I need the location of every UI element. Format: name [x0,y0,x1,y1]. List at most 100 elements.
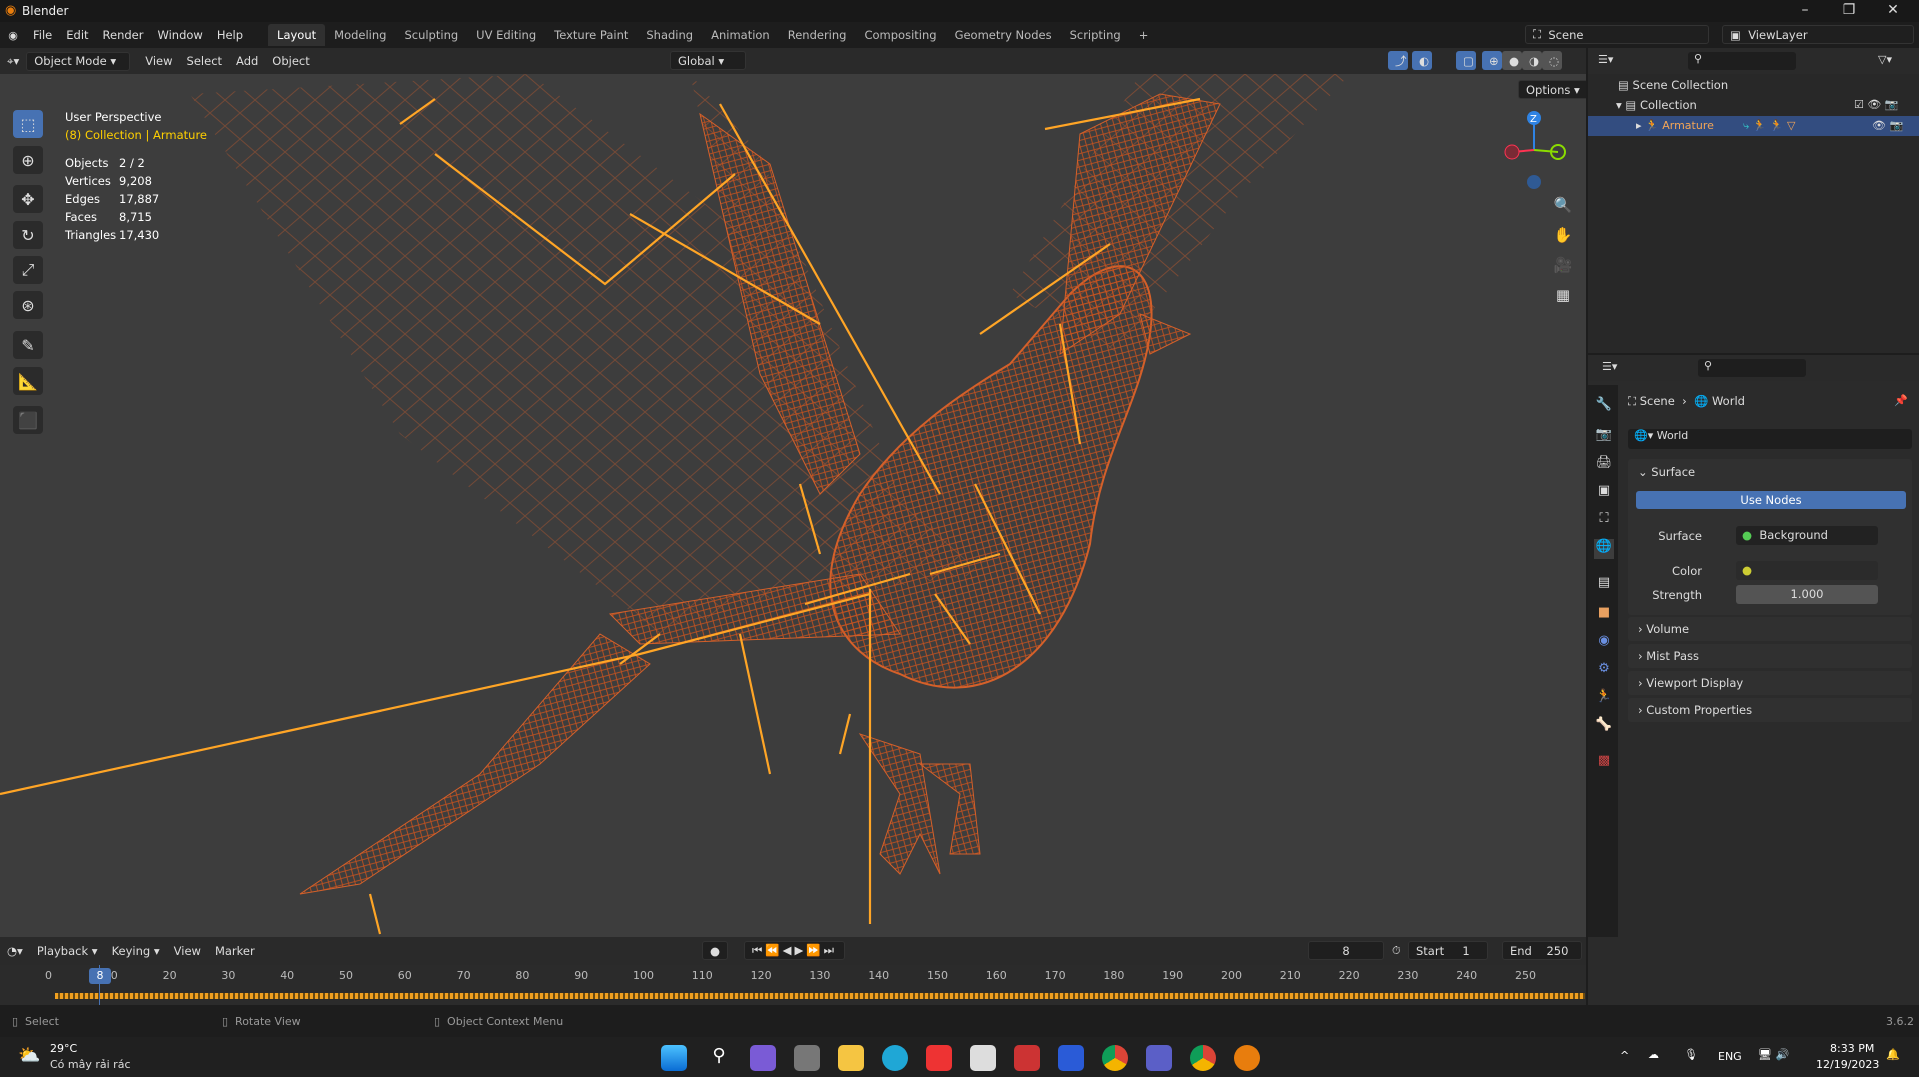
start-button[interactable] [661,1045,687,1071]
tab-scripting[interactable]: Scripting [1061,24,1130,46]
mist-pass-panel[interactable]: › Mist Pass [1628,644,1912,668]
file-explorer-icon[interactable] [838,1045,864,1071]
pan-hand-icon[interactable]: ✋ [1550,222,1576,248]
maximize-button[interactable]: ❐ [1834,2,1864,18]
texture-tab-icon[interactable]: ▩ [1594,753,1614,773]
properties-search-input[interactable]: ⚲ [1698,359,1806,377]
view-layer-selector[interactable]: ▣ ViewLayer [1722,25,1914,44]
menu-window[interactable]: Window [150,28,209,42]
teams-icon[interactable] [1146,1045,1172,1071]
bone-tab-icon[interactable]: 🦴 [1594,717,1614,737]
viewport-display-panel[interactable]: › Viewport Display [1628,671,1912,695]
rendered-shading-button[interactable]: ◌ [1542,51,1562,70]
tab-uv-editing[interactable]: UV Editing [467,24,545,46]
navigation-gizmo[interactable]: Z [1496,110,1566,196]
material-shading-button[interactable]: ◑ [1522,51,1542,70]
tab-texture-paint[interactable]: Texture Paint [545,24,637,46]
transform-tool-icon[interactable]: ⊛ [13,291,43,319]
filter-icon[interactable]: ▽▾ [1878,53,1892,66]
mcafee-icon[interactable] [1058,1045,1084,1071]
strength-field[interactable]: 1.000 [1736,585,1878,604]
minimize-button[interactable]: – [1790,2,1820,18]
render-tab-icon[interactable]: 📷 [1594,427,1614,447]
close-button[interactable]: ✕ [1878,2,1908,18]
surface-shader-field[interactable]: ● Background [1736,526,1878,545]
cursor-tool-icon[interactable]: ⊕ [13,146,43,174]
mode-selector[interactable]: Object Mode ▾ [26,51,131,71]
pin-icon[interactable]: 📌 [1894,394,1908,407]
tab-layout[interactable]: Layout [268,24,326,46]
search-icon[interactable]: ⚲ [706,1045,732,1071]
physics-tab-icon[interactable]: ◉ [1594,633,1614,653]
network-volume-icon[interactable]: 🖥 🔊 [1758,1048,1789,1061]
measure-tool-icon[interactable]: 📐 [13,367,43,395]
menu-playback[interactable]: Playback ▾ [30,942,105,961]
menu-view[interactable]: View [138,52,179,71]
outliner-search-input[interactable]: ⚲ [1688,52,1796,70]
display-mode-icon[interactable]: ☰▾ [1598,53,1613,66]
timer-icon[interactable]: ⏱ [1392,944,1401,958]
camera-view-icon[interactable]: 🎥 [1550,252,1576,278]
tray-chevron-icon[interactable]: ^ [1620,1049,1629,1062]
menu-help[interactable]: Help [210,28,250,42]
select-box-tool-icon[interactable]: ⬚ [13,110,43,138]
snipping-tool-icon[interactable] [926,1045,952,1071]
playhead-frame[interactable]: 8 [89,968,111,984]
object-data-tab-icon[interactable]: 🏃 [1594,689,1614,709]
output-tab-icon[interactable]: 🖨 [1594,455,1614,475]
zoom-icon[interactable]: 🔍 [1550,192,1576,218]
rotate-tool-icon[interactable]: ↻ [13,221,43,249]
app-icon[interactable] [1014,1045,1040,1071]
chrome-profile-icon[interactable] [1190,1045,1216,1071]
menu-object[interactable]: Object [265,52,316,71]
color-field[interactable]: ● [1736,561,1878,580]
grid-perspective-icon[interactable]: ▦ [1550,282,1576,308]
tab-compositing[interactable]: Compositing [855,24,945,46]
notification-bell-icon[interactable]: 🔔 [1886,1048,1900,1061]
constraints-tab-icon[interactable]: ⚙ [1594,661,1614,681]
collection-tab-icon[interactable]: ▤ [1594,575,1614,595]
editor-type-icon[interactable]: ☰▾ [1602,360,1617,373]
options-button[interactable]: Options ▾ [1518,80,1586,99]
copilot-icon[interactable] [750,1045,776,1071]
3d-viewport[interactable]: User Perspective (8) Collection | Armatu… [0,74,1586,937]
wireframe-shading-button[interactable]: ⊕ [1482,51,1502,70]
menu-render[interactable]: Render [96,28,151,42]
tab-sculpting[interactable]: Sculpting [395,24,467,46]
world-selector[interactable]: 🌐▾ World [1628,429,1912,449]
menu-add[interactable]: Add [229,52,265,71]
menu-file[interactable]: File [26,28,59,42]
world-tab-icon[interactable]: 🌐 [1594,539,1614,559]
object-tab-icon[interactable]: ■ [1594,605,1614,625]
store-icon[interactable] [970,1045,996,1071]
editor-type-icon[interactable]: ⌖▾ [0,52,26,71]
tab-shading[interactable]: Shading [637,24,702,46]
tree-armature[interactable]: ▸ 🏃 Armature ⤷ 🏃 🏃 ▽ 👁 📷 [1588,116,1919,136]
end-frame-field[interactable]: End 250 [1502,941,1582,960]
weather-icon[interactable]: ⛅ [18,1045,40,1066]
add-workspace-button[interactable]: + [1130,24,1158,46]
auto-keying-toggle[interactable]: ● [702,941,729,960]
overlay-toggle[interactable]: ◐ [1412,51,1432,70]
use-nodes-button[interactable]: Use Nodes [1636,491,1906,509]
chrome-icon[interactable] [1102,1045,1128,1071]
task-view-icon[interactable] [794,1045,820,1071]
tab-geometry-nodes[interactable]: Geometry Nodes [946,24,1061,46]
move-tool-icon[interactable]: ✥ [13,185,43,213]
scene-tab-icon[interactable]: ⛶ [1594,511,1614,531]
solid-shading-button[interactable]: ● [1502,51,1522,70]
edge-icon[interactable] [882,1045,908,1071]
language-indicator[interactable]: ENG [1718,1050,1742,1063]
menu-edit[interactable]: Edit [59,28,95,42]
tree-collection[interactable]: ▾ ▤ Collection [1616,98,1697,112]
playback-controls[interactable]: ⏮⏪◀▶⏩⏭ [744,941,846,960]
visibility-icon[interactable]: ☑ 👁 📷 [1854,98,1899,111]
custom-properties-panel[interactable]: › Custom Properties [1628,698,1912,722]
volume-panel[interactable]: › Volume [1628,617,1912,641]
orientation-selector[interactable]: Global ▾ [670,51,746,70]
gizmo-toggle[interactable]: ⤴ [1388,51,1408,70]
visibility-icon[interactable]: 👁 📷 [1872,119,1903,132]
tab-rendering[interactable]: Rendering [779,24,856,46]
editor-type-icon[interactable]: ◔▾ [0,942,30,961]
clock-date[interactable]: 12/19/2023 [1816,1058,1879,1071]
